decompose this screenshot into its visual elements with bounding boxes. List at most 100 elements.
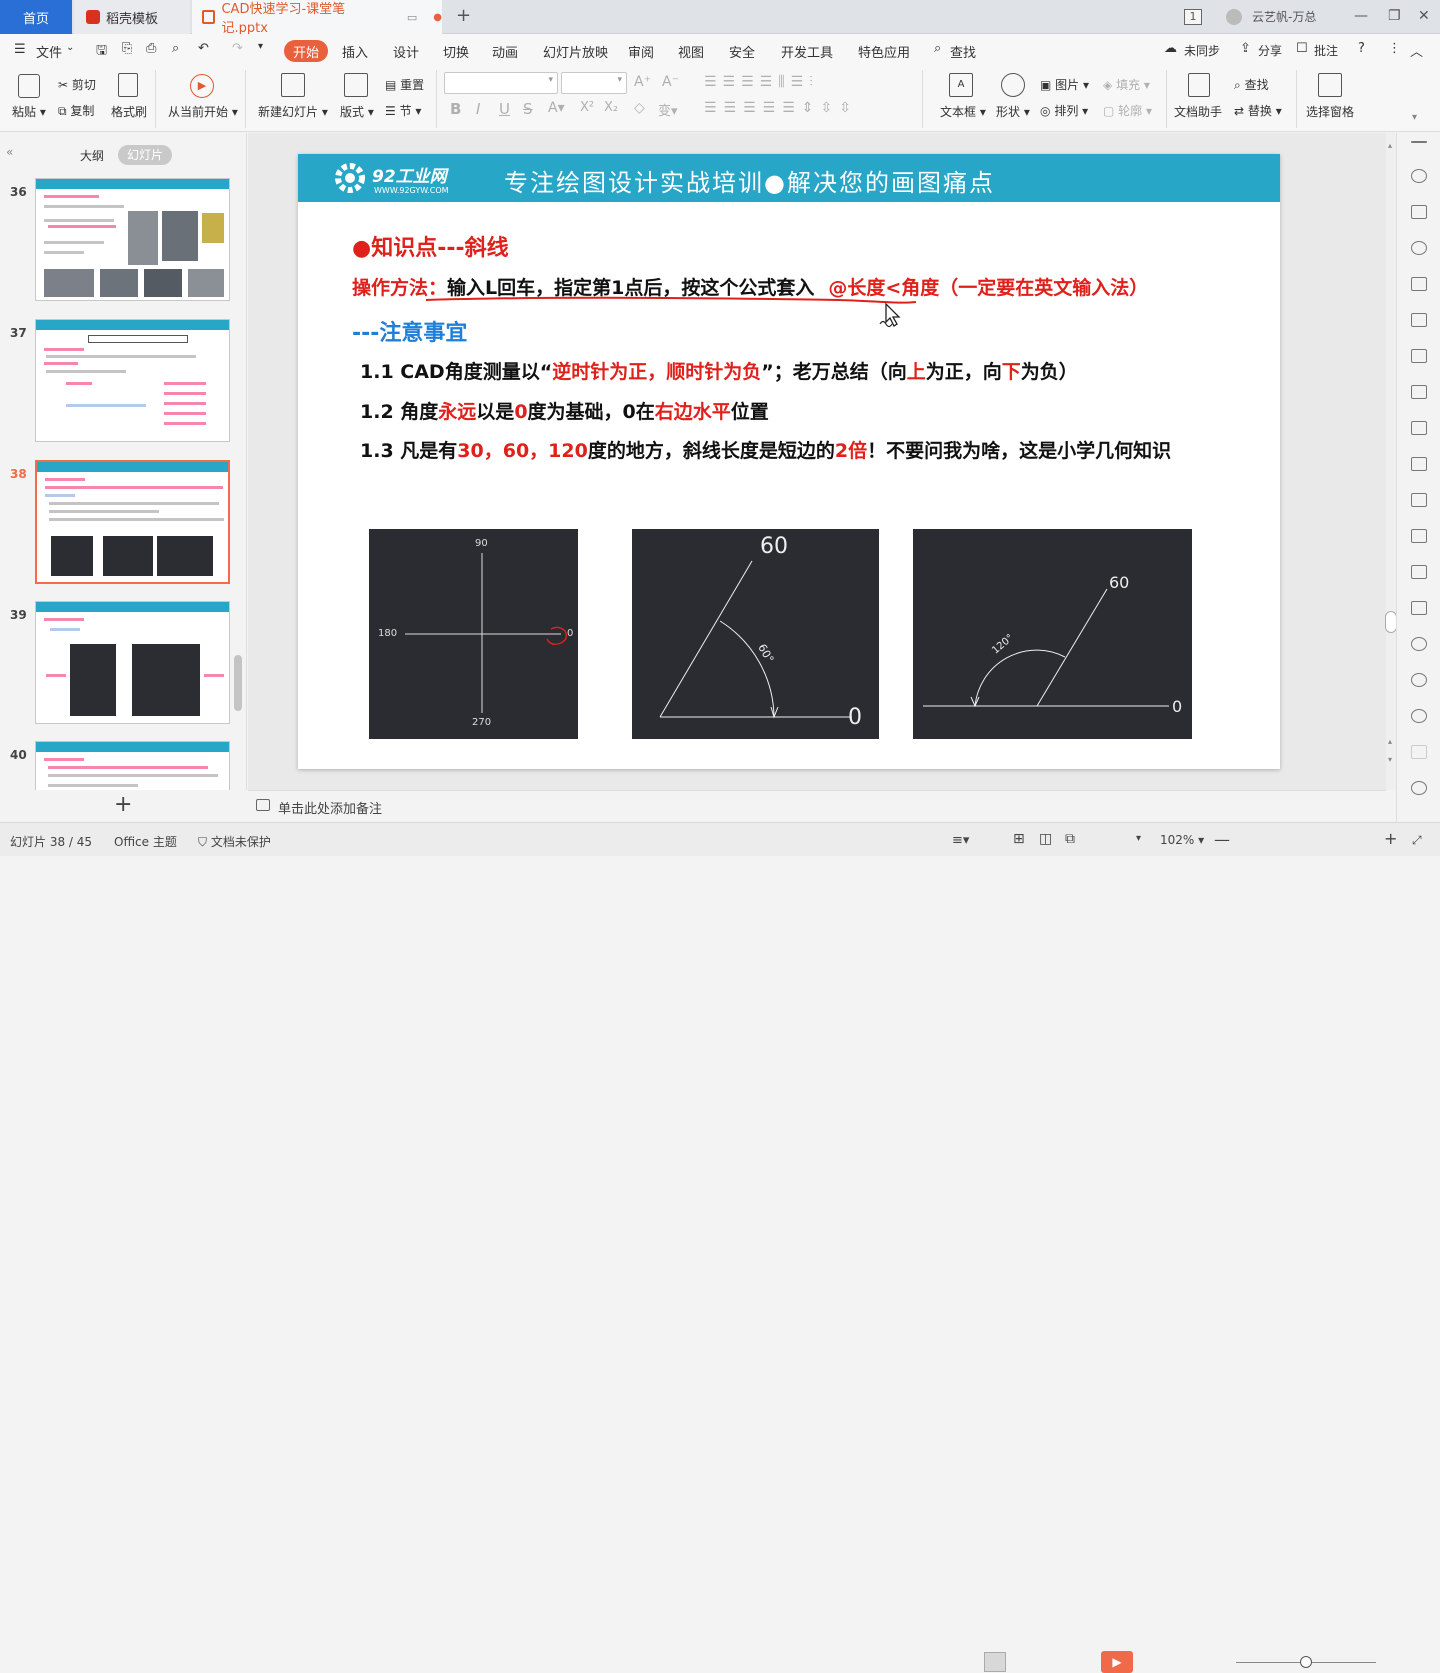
search-icon[interactable]: ⌕	[934, 41, 941, 56]
avatar[interactable]	[1226, 9, 1242, 25]
scroll-up-icon[interactable]: ▴	[1388, 737, 1392, 746]
menu-review[interactable]: 审阅	[628, 42, 654, 61]
collapse-ribbon-icon[interactable]: ︿	[1410, 41, 1423, 60]
paste-button[interactable]: 粘贴 ▾	[12, 103, 46, 120]
format-painter-icon[interactable]	[118, 73, 138, 97]
slide-thumbnail-39[interactable]	[35, 601, 230, 724]
doc-assistant-button[interactable]: 文档助手	[1174, 103, 1222, 120]
hamburger-icon[interactable]: ☰	[14, 42, 26, 57]
animation-icon[interactable]	[1411, 205, 1427, 219]
current-slide[interactable]: 92工业网 WWW.92GYW.COM 专注绘图设计实战培训●解决您的画图痛点 …	[298, 154, 1280, 769]
chevron-down-icon[interactable]: ⌄	[66, 42, 74, 53]
section-button[interactable]: ☰ 节 ▾	[385, 102, 421, 119]
redo-icon[interactable]: ↷	[232, 41, 243, 56]
print-icon[interactable]: ⎙	[146, 41, 156, 56]
restore-icon[interactable]: ❐	[1388, 8, 1401, 24]
table-icon[interactable]	[1411, 313, 1427, 327]
menu-features[interactable]: 特色应用	[858, 42, 910, 61]
picture-icon[interactable]	[1411, 565, 1427, 579]
layout-icon[interactable]	[344, 73, 368, 97]
window-count-badge[interactable]: 1	[1184, 9, 1202, 25]
slide-thumbnail-37[interactable]	[35, 319, 230, 442]
cut-button[interactable]: ✂ 剪切	[58, 76, 96, 93]
image-icon[interactable]	[1411, 457, 1427, 471]
new-slide-button[interactable]: 新建幻灯片 ▾	[258, 103, 328, 120]
zoom-in-icon[interactable]: +	[1384, 829, 1397, 848]
eraser-icon[interactable]: ◇	[634, 100, 645, 116]
selection-pane-button[interactable]: 选择窗格	[1306, 103, 1354, 120]
notes-placeholder[interactable]: 单击此处添加备注	[278, 798, 382, 817]
location-icon[interactable]	[1411, 781, 1427, 795]
save-icon[interactable]: 🖫	[96, 41, 107, 63]
more-icon[interactable]: ⋮	[1388, 41, 1401, 56]
paragraph-tools-row1[interactable]: ☰☰☰☰⫼☰⫶	[704, 74, 819, 90]
menu-developer[interactable]: 开发工具	[781, 42, 833, 61]
slide-sorter-icon[interactable]: ⊞	[1013, 831, 1025, 847]
paste-icon[interactable]	[18, 74, 40, 98]
paragraph-tools-row2[interactable]: ☰☰☰☰☰⇕⇳⇳	[704, 100, 858, 116]
thumbnail-scrollbar[interactable]	[234, 655, 242, 711]
superscript-icon[interactable]: X²	[580, 100, 594, 115]
menu-view[interactable]: 视图	[678, 42, 704, 61]
shape-button[interactable]: 形状 ▾	[996, 103, 1030, 120]
comment-button[interactable]: 批注	[1314, 42, 1338, 59]
arrange-button[interactable]: ◎ 排列 ▾	[1040, 102, 1088, 119]
star-icon[interactable]	[1411, 169, 1427, 183]
comment-icon[interactable]: ☐	[1296, 41, 1308, 56]
find-button[interactable]: ⌕ 查找	[1234, 76, 1269, 93]
share-out-icon[interactable]	[1411, 493, 1427, 507]
slide-thumbnail-38-selected[interactable]	[35, 460, 230, 584]
reading-view-icon[interactable]: ◫	[1039, 831, 1052, 847]
cloud-icon[interactable]: ☁	[1164, 41, 1177, 56]
help-icon[interactable]: ?	[1358, 41, 1365, 56]
undo-icon[interactable]: ↶	[198, 41, 209, 56]
notes-bar[interactable]: 单击此处添加备注	[248, 790, 1386, 822]
strikethrough-icon[interactable]: S	[523, 100, 533, 118]
textbox-button[interactable]: 文本框 ▾	[940, 103, 986, 120]
add-slide-button[interactable]: +	[114, 792, 132, 817]
new-tab-button[interactable]: +	[456, 5, 471, 26]
font-color-icon[interactable]: A▾	[548, 100, 565, 116]
pane-toggle-icon[interactable]	[1411, 141, 1427, 143]
shape-icon[interactable]	[1411, 241, 1427, 255]
ribbon-expand-icon[interactable]: ▾	[1412, 112, 1417, 123]
bold-icon[interactable]: B	[450, 100, 461, 118]
tab-template[interactable]: 稻壳模板	[74, 0, 190, 34]
outline-button[interactable]: ▢ 轮廓 ▾	[1103, 102, 1152, 119]
chart-icon[interactable]	[1411, 385, 1427, 399]
normal-view-button[interactable]	[984, 1652, 1006, 1672]
italic-icon[interactable]: I	[476, 100, 480, 118]
user-name[interactable]: 云艺帆-万总	[1252, 8, 1316, 25]
scroll-down-icon[interactable]: ▾	[1388, 755, 1392, 764]
menu-file[interactable]: 文件	[36, 42, 62, 61]
tab-slides[interactable]: 幻灯片	[118, 145, 172, 165]
preview-icon[interactable]: ⌕	[172, 41, 179, 56]
slide-thumbnail-40[interactable]	[35, 741, 230, 790]
zoom-level[interactable]: 102% ▾	[1160, 833, 1204, 847]
play-slideshow-button[interactable]: ▶	[1101, 1651, 1133, 1673]
format-painter-button[interactable]: 格式刷	[111, 103, 147, 120]
history-icon[interactable]	[1411, 673, 1427, 687]
export-icon[interactable]: ⎘	[122, 41, 132, 56]
tab-outline[interactable]: 大纲	[80, 147, 104, 164]
close-icon[interactable]: ✕	[1418, 8, 1430, 24]
menu-slideshow[interactable]: 幻灯片放映	[543, 42, 608, 61]
subscript-icon[interactable]: X₂	[604, 100, 618, 115]
quick-access-dropdown-icon[interactable]: ▾	[258, 41, 263, 52]
tab-document[interactable]: CAD快速学习-课堂笔记.pptx ▭ ●	[192, 0, 442, 36]
copy-button[interactable]: ⧉ 复制	[58, 102, 94, 119]
theme-name[interactable]: Office 主题	[114, 833, 177, 850]
play-icon[interactable]: ▶	[190, 74, 214, 98]
fit-window-icon[interactable]: ⤢	[1412, 833, 1422, 848]
zoom-slider-thumb[interactable]	[1300, 1656, 1312, 1668]
doc-assistant-icon[interactable]	[1188, 73, 1210, 97]
sync-status[interactable]: 未同步	[1184, 42, 1220, 59]
layout-button[interactable]: 版式 ▾	[340, 103, 374, 120]
pinyin-icon[interactable]: 变▾	[658, 100, 678, 119]
audio-icon[interactable]	[1411, 601, 1427, 615]
menu-transition[interactable]: 切换	[443, 42, 469, 61]
from-current-button[interactable]: 从当前开始 ▾	[168, 103, 238, 120]
help-icon[interactable]	[1411, 709, 1427, 723]
settings-icon[interactable]	[1411, 421, 1427, 435]
minimize-icon[interactable]: —	[1354, 8, 1368, 24]
